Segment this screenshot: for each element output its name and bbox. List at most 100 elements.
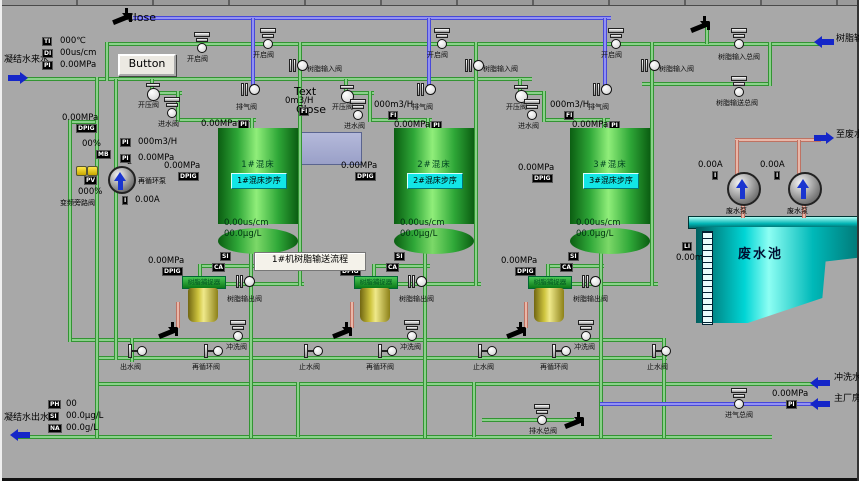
pump-arrow-icon [797, 179, 809, 188]
resin-trap: 树脂捕捉器 [354, 276, 400, 324]
instrument-tag: PI [120, 138, 131, 147]
manual-auto-icon[interactable] [87, 166, 98, 176]
drain-chute [158, 328, 176, 339]
static-label: 凝结水出水 [4, 414, 49, 424]
valve[interactable] [731, 388, 751, 412]
tank-conductivity: 0.00us/cm [576, 218, 621, 228]
valve-label: 再循环阀 [192, 362, 220, 372]
valve-body [537, 415, 547, 425]
valve[interactable] [465, 58, 485, 82]
manual-auto-icon[interactable] [76, 166, 87, 176]
valve-label: 冲洗阀 [400, 342, 421, 352]
valve-body [734, 39, 744, 49]
valve-body [313, 346, 323, 356]
valve[interactable] [641, 58, 661, 82]
valve[interactable] [434, 28, 454, 52]
tank-silica: 00.0μg/L [400, 229, 437, 239]
drain-chute [690, 22, 708, 33]
pipe [105, 42, 109, 81]
flow-arrow [810, 398, 830, 410]
arrow-body [818, 401, 830, 407]
valve-body [611, 39, 621, 49]
valve[interactable] [731, 28, 751, 52]
instrument-tag: LI [682, 242, 692, 251]
generic-button[interactable]: Button [118, 54, 176, 76]
valve-label: 树脂输入总阀 [718, 52, 760, 62]
instrument-reading: 0.00MPa [60, 60, 96, 70]
valve-body [263, 39, 273, 49]
valve-body [734, 399, 744, 409]
valve-body [197, 43, 207, 53]
valve-body [213, 346, 223, 356]
pipe [95, 382, 821, 386]
instrument-reading: 000m3/H [374, 100, 413, 110]
waste-pump-2[interactable] [788, 172, 822, 206]
drain-chute-lip [175, 328, 178, 336]
valve[interactable] [524, 99, 544, 123]
valve[interactable] [578, 320, 598, 344]
instrument-tag: CA [212, 263, 225, 272]
valve-flange [469, 59, 472, 72]
flow-arrow [814, 36, 834, 48]
valve[interactable] [350, 99, 370, 123]
valve-bonnet [731, 28, 747, 33]
valve[interactable] [260, 28, 280, 52]
valve-flange [417, 83, 420, 96]
valve-flange [412, 275, 415, 288]
pump-arrow-stem [118, 181, 123, 190]
arrow-head [810, 377, 818, 389]
instrument-tag: CA [560, 263, 573, 272]
pipe [216, 282, 304, 286]
hmi-screen: 废水池 CloseTextClose凝结水来水凝结水出水树脂输入至废水池冲洗水主… [0, 0, 859, 481]
valve[interactable] [731, 76, 751, 100]
resin-trap-body [360, 288, 390, 322]
instrument-reading: 0.00MPa [341, 161, 377, 171]
instrument-tag: PV [84, 176, 97, 185]
valve[interactable] [164, 97, 184, 121]
instrument-reading: 0.00MPa [772, 389, 808, 399]
valve[interactable] [289, 58, 309, 82]
valve-label: 树脂输入阀 [483, 64, 518, 74]
drain-chute [564, 418, 582, 429]
waste-pump-1[interactable] [727, 172, 761, 206]
instrument-tag: MB [96, 150, 111, 159]
drain-chute [506, 328, 524, 339]
instrument-tag: I [774, 171, 780, 180]
step-sequence-button-1[interactable]: 1#混床步序 [231, 173, 287, 189]
valve-body [661, 346, 671, 356]
instrument-reading: 0.00A [135, 195, 160, 205]
valve-bonnet [230, 320, 246, 325]
valve[interactable] [194, 32, 214, 56]
static-label: 再循环泵 [138, 178, 166, 186]
valve-label: 树脂输入阀 [307, 64, 342, 74]
valve-bonnet [731, 76, 747, 81]
pipe [472, 382, 476, 437]
instrument-tag: DPIG [355, 172, 376, 181]
valve[interactable] [608, 28, 628, 52]
valve-body [590, 276, 601, 287]
valve-flange [593, 83, 596, 96]
valve-flange [289, 59, 292, 72]
valve-body [425, 84, 436, 95]
valve[interactable] [404, 320, 424, 344]
step-sequence-button-3[interactable]: 3#混床步序 [583, 173, 639, 189]
instrument-tag: PI [120, 154, 131, 163]
valve-flange [245, 83, 248, 96]
instrument-tag: DPIG [515, 267, 536, 276]
valve[interactable] [230, 320, 250, 344]
pipe [546, 264, 604, 268]
static-label: 主厂房水 [834, 395, 859, 405]
valve-body [416, 276, 427, 287]
menu-bar[interactable] [2, 0, 859, 6]
resin-flow-button[interactable]: 1#机树脂输送流程 [254, 252, 366, 271]
valve-bonnet [608, 28, 624, 33]
pipe [390, 282, 481, 286]
valve-flange [597, 83, 600, 96]
drain-icon [114, 8, 140, 28]
recirculation-pump[interactable] [108, 166, 136, 194]
instrument-reading: 000m3/H [550, 100, 589, 110]
resin-trap-body [188, 288, 218, 322]
instrument-reading: 0.00MPa [501, 256, 537, 266]
step-sequence-button-2[interactable]: 2#混床步序 [407, 173, 463, 189]
valve[interactable] [534, 404, 554, 428]
